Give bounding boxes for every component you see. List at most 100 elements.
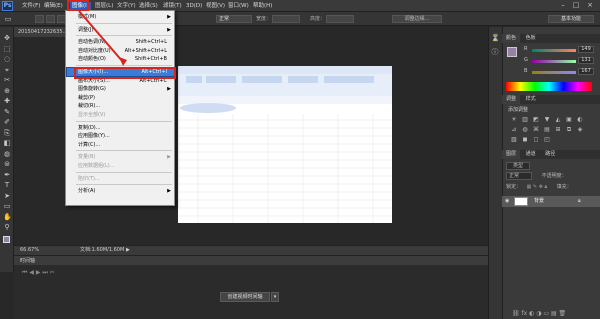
menu-separator [76,171,172,173]
eyedropper-tool-icon[interactable]: ⊕ [3,87,11,95]
black-white-icon[interactable]: ⊿ [510,126,518,134]
gradient-map-icon[interactable]: ▧ [510,136,518,144]
move-tool-icon[interactable]: ✥ [3,34,11,42]
green-slider[interactable]: G 131 [524,57,598,65]
blur-tool-icon[interactable]: ⊜ [3,160,11,168]
levels-icon[interactable]: ▥ [521,116,529,124]
menu-item[interactable]: 窗口(W) [228,2,249,11]
image-menu-item[interactable]: 计算(C)... [67,141,174,149]
hue-saturation-icon[interactable]: ▣ [565,116,573,124]
close-icon[interactable]: × [585,1,595,10]
eye-icon[interactable]: ◉ [505,196,509,207]
foreground-color-icon[interactable] [3,236,10,243]
layer-footer-icons[interactable]: ⛓ fx ◐ ◑ ▭ ▤ 🗑︎ [512,310,566,318]
status-menu-arrow-icon[interactable]: ▶ [126,246,130,255]
tab-swatches[interactable]: 色板 [522,34,540,43]
image-menu-item[interactable]: 复制(D)... [67,124,174,132]
crop-tool-icon[interactable]: ✂ [3,76,11,84]
layer-thumbnail [514,197,528,206]
refine-edge-button[interactable]: 调整边缘... [392,15,442,23]
hand-tool-icon[interactable]: ✋ [3,213,12,221]
menu-item-label: 复制(D)... [78,124,101,131]
quick-select-tool-icon[interactable]: ⌖ [3,66,11,74]
menu-item[interactable]: 帮助(H) [253,2,272,11]
style-select[interactable]: 正常 [216,15,252,23]
exposure-icon[interactable]: ▼ [543,116,551,124]
pen-tool-icon[interactable]: ✒ [3,171,11,179]
stamp-tool-icon[interactable]: ✐ [3,118,11,126]
red-value[interactable]: 149 [578,46,594,53]
image-menu-item[interactable]: 应用图像(Y)... [67,132,174,140]
height-input[interactable] [326,15,354,23]
menu-item[interactable]: 3D(D) [186,2,202,11]
invert-icon[interactable]: ⊞ [554,126,562,134]
layer-kind-filter[interactable]: 类型 [506,162,531,170]
path-select-tool-icon[interactable]: ➤ [3,192,11,200]
green-value[interactable]: 131 [578,57,594,64]
color-spectrum-bar[interactable] [506,82,592,91]
menu-item[interactable]: 文件(F) [22,2,40,11]
image-menu-item[interactable]: 裁剪(P) [67,94,174,102]
foreground-color-swatch[interactable] [507,47,517,57]
type-tool-icon[interactable]: T [3,181,11,189]
red-slider[interactable]: R 149 [524,46,598,54]
lock-icons[interactable]: ▦ ✎ ✥ 🔒︎ [527,184,548,190]
selective-color-icon[interactable]: ◼ [521,136,529,144]
photo-filter-icon[interactable]: ◍ [521,126,529,134]
menu-item[interactable]: 编辑(E) [44,2,63,11]
maximize-icon[interactable]: □ [571,1,581,10]
document-info[interactable]: 文档:1.60M/1.60M [80,246,124,255]
blend-mode-select[interactable]: 正常 [506,172,533,180]
lock-icon: 🔒︎ [578,198,581,204]
image-menu-item[interactable]: 裁切(R)... [67,102,174,110]
tab-color[interactable]: 颜色 [502,34,521,43]
tab-channels[interactable]: 通道 [522,150,540,159]
image-menu-item: 应用数据组(L)... [67,162,174,170]
info-icon[interactable]: ⓘ [491,48,499,56]
add-selection-icon[interactable] [46,15,55,23]
history-icon[interactable]: ⌛ [491,34,500,42]
brightness-icon[interactable]: ☀ [510,116,518,124]
tab-styles[interactable]: 样式 [522,95,540,104]
timeline-controls-icon[interactable]: ⏮ ◀ ▶ ⏭ ✂ [22,269,55,277]
curves-icon[interactable]: ◩ [532,116,540,124]
workspace-select[interactable]: 基本功能 [548,15,594,23]
create-video-timeline-button[interactable]: 创建视频时间轴 [220,292,270,302]
solid-icon[interactable]: ◰ [543,136,551,144]
color-balance-icon[interactable]: ◐ [576,116,584,124]
image-menu-item[interactable]: 图像旋转(G) ▶ [67,85,174,93]
minimize-icon[interactable]: – [558,1,568,10]
menu-item[interactable]: 视图(V) [206,2,225,11]
shape-tool-icon[interactable]: ▭ [3,202,11,210]
tab-adjustments[interactable]: 调整 [502,95,521,104]
channel-mixer-icon[interactable]: ⌘ [532,126,540,134]
image-menu-item[interactable]: 分析(A) ▶ [67,187,174,195]
marquee-tool-icon[interactable]: ⬚ [3,45,11,53]
healing-tool-icon[interactable]: ✚ [3,97,11,105]
chevron-down-icon[interactable]: ▾ [271,292,279,302]
lasso-tool-icon[interactable]: ◌ [3,55,11,63]
color-lookup-icon[interactable]: ▤ [543,126,551,134]
history-brush-tool-icon[interactable]: ⎘ [3,129,11,137]
tab-paths[interactable]: 路径 [541,150,559,159]
zoom-tool-icon[interactable]: ⚲ [3,223,11,231]
document-image[interactable] [178,66,392,223]
gradient-tool-icon[interactable]: ◍ [3,150,11,158]
brush-tool-icon[interactable]: ✎ [3,108,11,116]
zoom-level[interactable]: 66.67% [20,246,39,255]
threshold-icon[interactable]: ◈ [576,126,584,134]
eraser-tool-icon[interactable]: ◧ [3,139,11,147]
posterize-icon[interactable]: ⧉ [565,126,573,134]
new-selection-icon[interactable] [35,15,44,23]
tab-layers[interactable]: 图层 [502,150,521,159]
blue-slider[interactable]: B 167 [524,68,598,76]
timeline-title[interactable]: 时间轴 [20,258,35,264]
blue-value[interactable]: 167 [578,68,594,75]
layer-name[interactable]: 背景 [534,196,544,207]
shadows-icon[interactable]: ◻ [532,136,540,144]
menu-item-label: 图像旋转(G) [78,86,106,93]
vibrance-icon[interactable]: ◭ [554,116,562,124]
kind-select[interactable]: 类型 [506,162,531,170]
marquee-tool-preset-icon[interactable]: ▭ [4,15,12,23]
width-input[interactable] [272,15,300,23]
